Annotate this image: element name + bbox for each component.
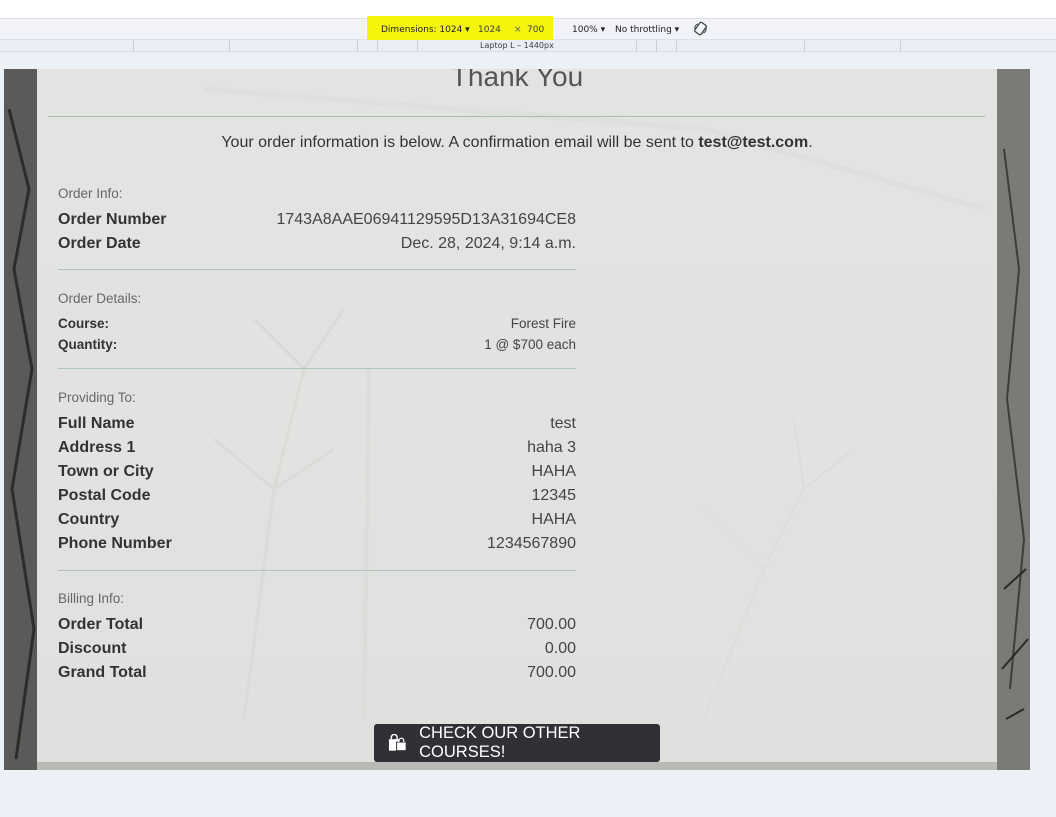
ruler-tick [417, 40, 418, 52]
shopping-bags-icon [388, 734, 407, 752]
page-title-text: Thank You [450, 69, 584, 91]
row-key: Country [58, 511, 120, 528]
detail-row: Course: Forest Fire [58, 314, 576, 335]
throttling-dropdown[interactable]: No throttling ▾ [615, 25, 679, 35]
row-key: Phone Number [58, 535, 172, 552]
ruler-tick [229, 40, 230, 52]
intro-email: test@test.com [698, 134, 809, 151]
row-value: 700.00 [527, 616, 576, 633]
detail-row: Order Date Dec. 28, 2024, 9:14 a.m. [58, 233, 576, 257]
dimension-separator: × [514, 25, 522, 35]
order-details-label: Order Details: [58, 291, 142, 306]
ruler-tick [656, 40, 657, 52]
intro-message: Your order information is below. A confi… [4, 134, 1030, 152]
detail-row: Quantity: 1 @ $700 each [58, 335, 576, 356]
ruler-tick [676, 40, 677, 52]
billing-info-section: Billing Info: Order Total 700.00 Discount… [58, 591, 576, 686]
billing-info-label: Billing Info: [58, 591, 125, 606]
row-key: Order Total [58, 616, 144, 633]
section-divider [58, 570, 576, 571]
row-value: HAHA [531, 463, 576, 480]
row-key: Order Date [58, 235, 141, 252]
row-key: Discount [58, 640, 127, 657]
viewport-width-input[interactable]: 1024 [478, 25, 501, 35]
title-divider [48, 116, 985, 117]
order-details-section: Order Details: Course: Forest Fire Quanti… [58, 291, 576, 356]
detail-row: Country HAHA [58, 509, 576, 533]
page-title: Thank You [4, 69, 1030, 91]
row-key: Course: [58, 316, 110, 331]
detail-row: Full Name test [58, 413, 576, 437]
check-courses-label: CHECK OUR OTHER COURSES! [419, 724, 581, 761]
rotate-icon[interactable] [693, 21, 708, 36]
order-info-label: Order Info: [58, 186, 123, 201]
providing-to-label: Providing To: [58, 390, 136, 405]
ruler-tick [357, 40, 358, 52]
providing-to-section: Providing To: Full Name test Address 1 hah… [58, 390, 576, 557]
row-value: haha 3 [527, 439, 576, 456]
dimensions-dropdown[interactable]: Dimensions: 1024 ▾ [381, 25, 470, 35]
row-value: 700.00 [527, 664, 576, 681]
ruler-tick [804, 40, 805, 52]
row-value: HAHA [531, 511, 576, 528]
row-value: 1234567890 [487, 535, 576, 552]
row-value: Forest Fire [510, 316, 576, 331]
row-value: 12345 [531, 487, 577, 504]
detail-row: Postal Code 12345 [58, 485, 576, 509]
intro-end: . [808, 134, 813, 151]
row-value: 1743A8AAE06941129595D13A31694CE8 [276, 211, 576, 228]
page-viewport: Thank You Your order information is belo… [4, 69, 1030, 770]
detail-row: Town or City HAHA [58, 461, 576, 485]
row-value: Dec. 28, 2024, 9:14 a.m. [400, 235, 576, 252]
intro-text: Your order information is below. A confi… [221, 134, 699, 151]
detail-row: Order Total 700.00 [58, 614, 576, 638]
row-key: Postal Code [58, 487, 151, 504]
row-key: Full Name [58, 415, 135, 432]
detail-row: Address 1 haha 3 [58, 437, 576, 461]
row-key: Town or City [58, 463, 154, 480]
zoom-dropdown[interactable]: 100% ▾ [572, 25, 605, 35]
row-value: test [550, 415, 576, 432]
ruler-tick [377, 40, 378, 52]
detail-row: Phone Number 1234567890 [58, 533, 576, 557]
device-preset-label: Laptop L – 1440px [480, 41, 554, 50]
detail-row: Discount 0.00 [58, 638, 576, 662]
row-key: Grand Total [58, 664, 147, 681]
row-key: Quantity: [58, 337, 118, 352]
detail-row: Grand Total 700.00 [58, 662, 576, 686]
row-key: Order Number [58, 211, 167, 228]
detail-row: Order Number 1743A8AAE06941129595D13A3169… [58, 209, 576, 233]
row-key: Address 1 [58, 439, 136, 456]
section-divider [58, 368, 576, 369]
order-info-section: Order Info: Order Number 1743A8AAE0694112… [58, 186, 576, 257]
row-value: 1 @ $700 each [484, 337, 576, 352]
ruler-tick [133, 40, 134, 52]
section-divider [58, 269, 576, 270]
ruler-tick [636, 40, 637, 52]
viewport-height-input[interactable]: 700 [527, 25, 544, 35]
row-value: 0.00 [544, 640, 576, 657]
check-courses-button[interactable]: CHECK OUR OTHER COURSES! [374, 724, 660, 762]
ruler-tick [900, 40, 901, 52]
